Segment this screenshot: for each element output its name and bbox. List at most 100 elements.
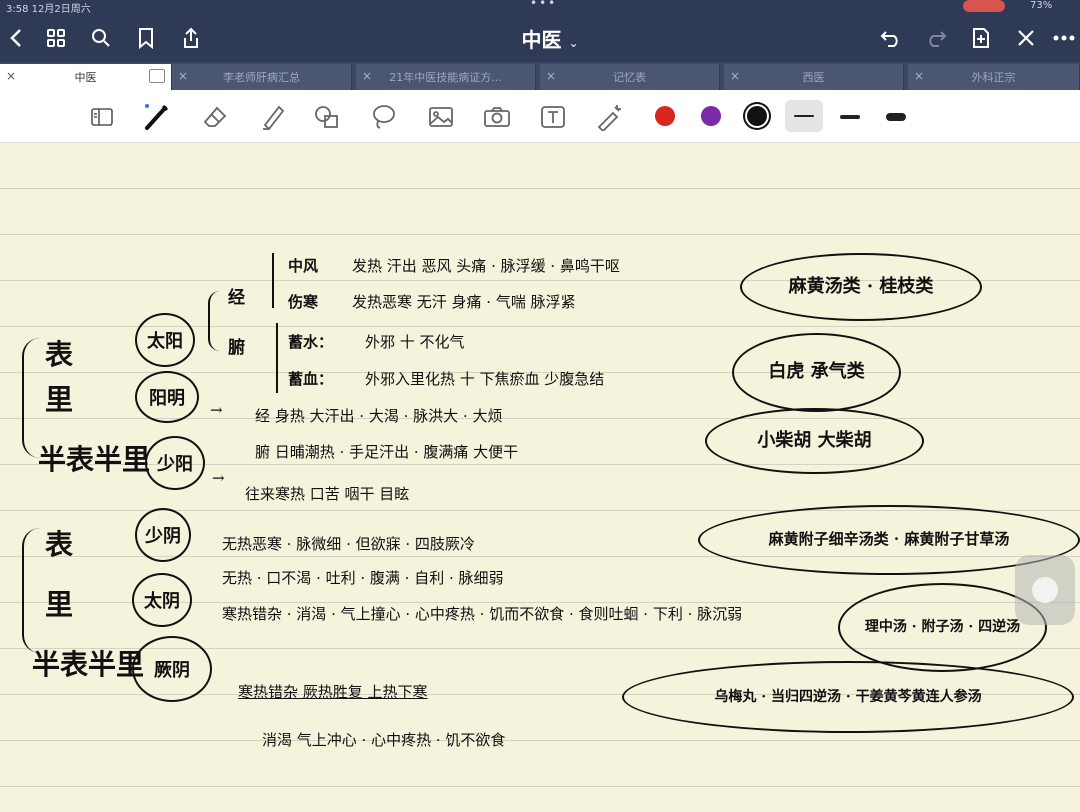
undo-icon — [880, 31, 898, 47]
circle-taiyang: 太阳 — [135, 313, 195, 367]
close-tab-icon[interactable]: × — [6, 69, 16, 83]
add-page-icon — [973, 28, 989, 48]
label-biao-1: 表 — [45, 338, 74, 371]
tab-skill-2021[interactable]: × 21年中医技能病证方... — [356, 64, 536, 90]
oval-wumei: 乌梅丸 · 当归四逆汤 · 干姜黄芩黄连人参汤 — [622, 661, 1074, 733]
tag-shanghan: 伤寒 — [288, 293, 319, 311]
close-tab-icon[interactable]: × — [178, 69, 188, 83]
tab-xiyi[interactable]: × 西医 — [724, 64, 904, 90]
label-banbiao-2: 半表半里 — [32, 648, 145, 681]
status-bar: 3:58 12月2日周六 ••• 73% — [0, 0, 1080, 15]
jueyin-line-2: 寒热错杂 厥热胜复 上热下寒 — [238, 683, 428, 701]
close-tab-icon[interactable]: × — [730, 69, 740, 83]
tab-zhongyi[interactable]: × 中医 — [0, 64, 172, 90]
screen-record-indicator-icon — [963, 0, 1005, 12]
oval-baihu: 白虎 承气类 — [732, 333, 901, 412]
close-tab-icon[interactable]: × — [546, 69, 556, 83]
label-banbiao-1: 半表半里 — [38, 443, 151, 476]
laser-pointer-icon — [597, 105, 621, 131]
undo-button[interactable] — [875, 22, 907, 54]
tab-label: 记忆表 — [613, 71, 646, 84]
stroke-size-medium[interactable] — [833, 100, 867, 134]
tag-xushui: 蓄水： — [288, 333, 334, 351]
lasso-tool[interactable] — [367, 100, 401, 134]
thick-stroke-icon — [886, 113, 906, 121]
add-page-button[interactable] — [965, 22, 997, 54]
color-black-swatch-selected[interactable] — [747, 106, 767, 126]
text-tool[interactable] — [536, 100, 570, 134]
assistive-touch-icon — [1032, 577, 1058, 603]
status-time: 3:58 12月2日周六 — [6, 4, 91, 15]
close-button[interactable] — [1010, 22, 1042, 54]
jueyin-line-3: 消渴 气上冲心 · 心中疼热 · 饥不欲食 — [262, 731, 506, 749]
highlighter-tool[interactable] — [255, 100, 289, 134]
close-tab-icon[interactable]: × — [362, 69, 372, 83]
bookmark-icon — [139, 28, 153, 49]
image-icon — [429, 107, 453, 127]
tab-memory-table[interactable]: × 记忆表 — [540, 64, 720, 90]
label-biao-2: 表 — [45, 528, 74, 561]
thin-stroke-icon — [794, 115, 814, 117]
pen-tool[interactable] — [140, 100, 174, 134]
search-icon — [92, 29, 110, 47]
assistive-touch-button[interactable] — [1015, 555, 1075, 625]
grid-icon — [47, 29, 65, 47]
yangming-line-2: 腑 日晡潮热 · 手足汗出 · 腹满痛 大便干 — [255, 443, 519, 461]
shape-tool[interactable] — [310, 100, 344, 134]
stroke-size-thick[interactable] — [879, 100, 913, 134]
brace-taiyang — [208, 291, 220, 351]
redo-button[interactable] — [920, 22, 952, 54]
tag-zhongfeng: 中风 — [288, 257, 319, 275]
pen-icon — [145, 104, 169, 130]
more-button[interactable] — [1048, 22, 1080, 54]
image-tool[interactable] — [424, 100, 458, 134]
oval-mahuang: 麻黄汤类 · 桂枝类 — [740, 253, 982, 321]
close-icon — [1018, 30, 1034, 46]
taiyang-line-3: 外邪 十 不化气 — [365, 333, 465, 351]
circle-shaoyin: 少阴 — [135, 508, 191, 562]
divider-line — [272, 253, 274, 308]
label-li-2: 里 — [45, 588, 74, 621]
camera-tool[interactable] — [480, 100, 514, 134]
color-red-swatch[interactable] — [655, 106, 675, 126]
share-button[interactable] — [175, 22, 207, 54]
tab-label: 中医 — [74, 71, 97, 84]
label-li-1: 里 — [45, 383, 74, 416]
document-title[interactable]: 中医 ⌄ — [500, 24, 600, 53]
back-button[interactable] — [0, 22, 32, 54]
sidebar-toggle-icon[interactable] — [149, 69, 165, 83]
divider-line — [276, 323, 278, 393]
search-button[interactable] — [85, 22, 117, 54]
notebook-page[interactable]: 表 里 半表半里 表 里 半表半里 太阳 阳明 少阳 少阴 太阴 厥阴 经 腑 … — [0, 143, 1080, 812]
taiyang-line-4: 外邪入里化热 十 下焦瘀血 少腹急结 — [365, 370, 605, 388]
page-view-tool[interactable] — [85, 100, 119, 134]
laser-pointer-tool[interactable] — [592, 100, 626, 134]
taiyang-jing: 经 — [228, 288, 245, 308]
arrow-icon: → — [210, 401, 223, 419]
grid-view-button[interactable] — [40, 22, 72, 54]
bookmark-button[interactable] — [130, 22, 162, 54]
taiyin-line-1: 无热 · 口不渴 · 吐利 · 腹满 · 自利 · 脉细弱 — [222, 569, 504, 587]
chevron-down-icon: ⌄ — [568, 36, 579, 50]
tab-li-liver[interactable]: × 李老师肝病汇总 — [172, 64, 352, 90]
oval-xiaochaihu: 小柴胡 大柴胡 — [705, 408, 924, 474]
tab-label: 李老师肝病汇总 — [223, 71, 300, 84]
taiyang-line-2: 发热恶寒 无汗 身痛 · 气喘 脉浮紧 — [352, 293, 576, 311]
stroke-size-thin-selected[interactable] — [785, 100, 823, 132]
brace-lower — [22, 528, 44, 653]
shaoyin-line-1: 无热恶寒 · 脉微细 · 但欲寐 · 四肢厥冷 — [222, 535, 475, 553]
color-purple-swatch[interactable] — [701, 106, 721, 126]
eraser-tool[interactable] — [198, 100, 232, 134]
drawing-toolbar — [0, 90, 1080, 143]
highlighter-icon — [263, 105, 285, 131]
circle-yangming: 阳明 — [135, 371, 199, 423]
taiyang-fu: 腑 — [228, 338, 245, 358]
shapes-icon — [315, 106, 338, 128]
tab-label: 21年中医技能病证方... — [389, 71, 502, 84]
tab-surgery[interactable]: × 外科正宗 — [908, 64, 1080, 90]
arrow-icon: → — [212, 469, 225, 487]
medium-stroke-icon — [840, 115, 860, 119]
multitask-dots-icon[interactable]: ••• — [530, 0, 557, 10]
chevron-left-icon — [10, 29, 21, 47]
close-tab-icon[interactable]: × — [914, 69, 924, 83]
